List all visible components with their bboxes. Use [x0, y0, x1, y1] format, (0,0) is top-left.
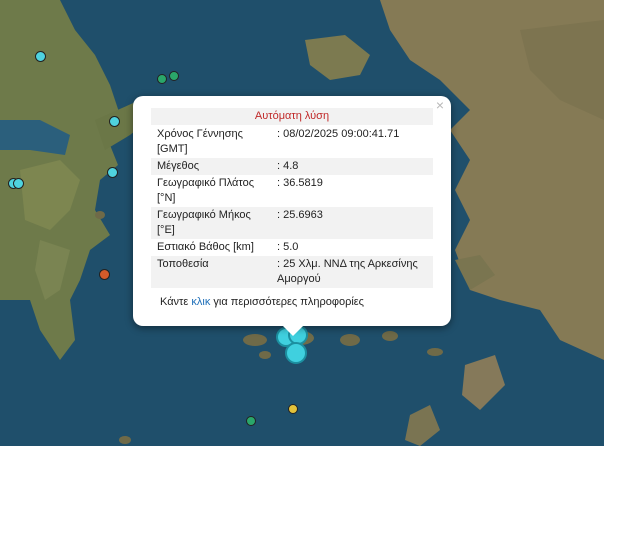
- earthquake-marker[interactable]: [99, 269, 110, 280]
- origin-time-value: : 08/02/2025 09:00:41.71: [277, 128, 400, 140]
- latitude-label: Γεωγραφικό Πλάτος [°N]: [157, 177, 255, 204]
- table-row: Τοποθεσία : 25 Χλμ. ΝΝΔ της Αρκεσίνης Αμ…: [151, 256, 433, 288]
- table-row: Γεωγραφικό Πλάτος [°N] : 36.5819: [151, 175, 433, 207]
- earthquake-info-popup: × Αυτόματη λύση Χρόνος Γέννησης [GMT] : …: [133, 96, 451, 336]
- location-label: Τοποθεσία: [151, 256, 271, 288]
- more-info-link[interactable]: κλικ: [191, 296, 210, 308]
- earthquake-marker[interactable]: [169, 71, 179, 81]
- table-row: Μέγεθος : 4.8: [151, 158, 433, 175]
- location-value: : 25 Χλμ. ΝΝΔ της Αρκεσίνης Αμοργού: [271, 256, 433, 288]
- more-info-suffix: για περισσότερες πληροφορίες: [210, 296, 364, 308]
- table-row: Εστιακό Βάθος [km] : 5.0: [151, 239, 433, 256]
- longitude-value: : 25.6963: [271, 207, 433, 239]
- popup-title: Αυτόματη λύση: [151, 108, 433, 125]
- earthquake-marker[interactable]: [157, 74, 167, 84]
- earthquake-marker[interactable]: [13, 178, 24, 189]
- satellite-map[interactable]: × Αυτόματη λύση Χρόνος Γέννησης [GMT] : …: [0, 0, 604, 446]
- longitude-label: Γεωγραφικό Μήκος [°E]: [151, 207, 271, 239]
- earthquake-marker[interactable]: [288, 404, 298, 414]
- popup-tip: [283, 326, 303, 336]
- more-info-text: Κάντε κλικ για περισσότερες πληροφορίες: [160, 296, 364, 308]
- earthquake-marker[interactable]: [35, 51, 46, 62]
- magnitude-label: Μέγεθος: [151, 158, 271, 175]
- magnitude-value: : 4.8: [271, 158, 433, 175]
- depth-label: Εστιακό Βάθος [km]: [157, 241, 254, 253]
- earthquake-marker-selected[interactable]: [285, 342, 307, 364]
- latitude-value: : 36.5819: [277, 177, 323, 189]
- table-row: Χρόνος Γέννησης [GMT] : 08/02/2025 09:00…: [151, 126, 433, 158]
- earthquake-marker[interactable]: [109, 116, 120, 127]
- more-info-prefix: Κάντε: [160, 296, 192, 308]
- earthquake-details-table: Χρόνος Γέννησης [GMT] : 08/02/2025 09:00…: [151, 126, 433, 288]
- table-row: Γεωγραφικό Μήκος [°E] : 25.6963: [151, 207, 433, 239]
- earthquake-marker[interactable]: [246, 416, 256, 426]
- close-icon[interactable]: ×: [433, 98, 447, 112]
- earthquake-marker[interactable]: [107, 167, 118, 178]
- depth-value: : 5.0: [277, 241, 299, 253]
- origin-time-label: Χρόνος Γέννησης [GMT]: [157, 128, 243, 155]
